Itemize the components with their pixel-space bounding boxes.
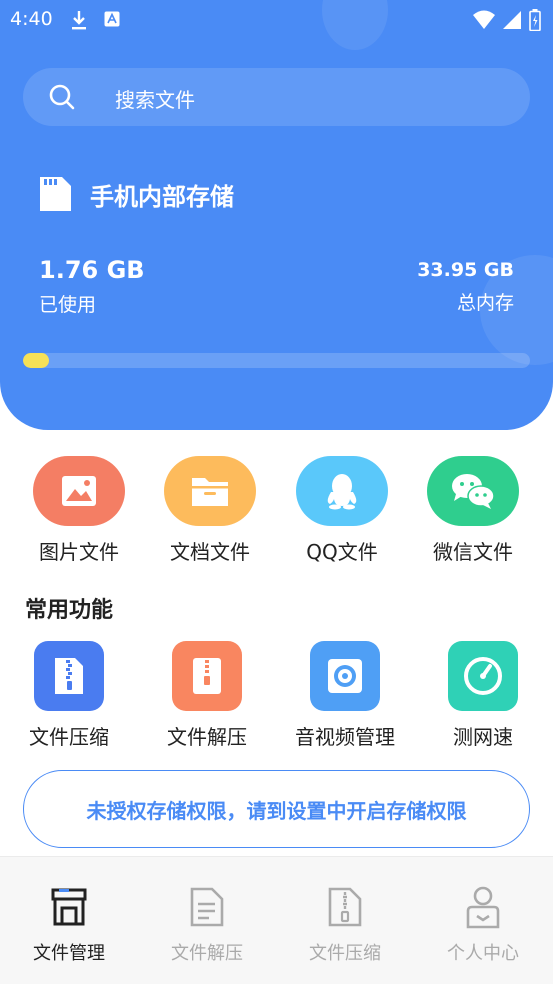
function-label: 文件解压: [167, 725, 247, 749]
zip-document-icon: [276, 883, 414, 931]
function-decompress[interactable]: 文件解压: [132, 641, 282, 750]
qq-icon: [296, 456, 388, 526]
category-label: 微信文件: [433, 540, 513, 564]
storage-progress-bar: [23, 353, 530, 368]
image-icon: [33, 456, 125, 526]
used-value: 1.76 GB: [39, 256, 145, 284]
category-qq-files[interactable]: QQ文件: [276, 456, 408, 565]
profile-icon: [414, 883, 552, 931]
sd-card-icon: [40, 177, 71, 211]
status-bar: 4:40: [0, 0, 553, 40]
function-compress[interactable]: 文件压缩: [0, 641, 144, 750]
font-app-icon: [104, 11, 120, 27]
status-time: 4:40: [10, 8, 53, 30]
section-title: 常用功能: [25, 598, 114, 623]
disc-icon: [310, 641, 380, 711]
tab-compress[interactable]: 文件压缩: [276, 883, 414, 965]
document-icon: [138, 883, 276, 931]
category-image-files[interactable]: 图片文件: [13, 456, 145, 565]
download-icon: [72, 11, 86, 30]
search-icon: [49, 84, 75, 110]
signal-icon: [503, 11, 521, 29]
speedometer-icon: [448, 641, 518, 711]
category-label: QQ文件: [306, 540, 378, 564]
unzip-icon: [172, 641, 242, 711]
tab-profile[interactable]: 个人中心: [414, 883, 552, 965]
store-icon: [0, 883, 138, 931]
grant-storage-permission-button[interactable]: 未授权存储权限，请到设置中开启存储权限: [23, 770, 530, 848]
tab-decompress[interactable]: 文件解压: [138, 883, 276, 965]
storage-title: 手机内部存储: [90, 182, 234, 211]
tab-label: 文件压缩: [309, 943, 381, 964]
total-label: 总内存: [456, 292, 514, 314]
tab-file-manager[interactable]: 文件管理: [0, 883, 138, 965]
category-label: 图片文件: [39, 540, 119, 564]
wechat-icon: [427, 456, 519, 526]
function-label: 测网速: [453, 725, 513, 749]
category-row: 图片文件 文档文件 QQ文件 微信文件: [0, 456, 553, 566]
folder-icon: [164, 456, 256, 526]
wifi-icon: [473, 10, 495, 29]
storage-header: 4:40 搜索文件 手机内部存储 1.76 GB 已使用 33.95 GB 总内…: [0, 0, 553, 430]
tab-label: 文件管理: [33, 943, 105, 964]
function-label: 文件压缩: [29, 725, 109, 749]
zip-file-icon: [34, 641, 104, 711]
tab-label: 文件解压: [171, 943, 243, 964]
search-bar[interactable]: 搜索文件: [23, 68, 530, 126]
function-label: 音视频管理: [295, 725, 395, 749]
storage-title-row: 手机内部存储: [38, 175, 234, 213]
function-media-manager[interactable]: 音视频管理: [270, 641, 420, 750]
function-row: 文件压缩 文件解压 音视频管理 测网速: [0, 641, 553, 751]
category-document-files[interactable]: 文档文件: [144, 456, 276, 565]
tab-label: 个人中心: [447, 943, 519, 964]
function-speed-test[interactable]: 测网速: [408, 641, 553, 750]
storage-progress-fill: [23, 353, 50, 368]
category-wechat-files[interactable]: 微信文件: [407, 456, 539, 565]
used-label: 已使用: [39, 294, 97, 316]
bottom-tab-bar: 文件管理 文件解压 文件压缩 个人中心: [0, 856, 553, 984]
total-value: 33.95 GB: [417, 259, 514, 281]
battery-icon: [529, 9, 541, 31]
category-label: 文档文件: [170, 540, 250, 564]
search-placeholder: 搜索文件: [115, 88, 195, 112]
